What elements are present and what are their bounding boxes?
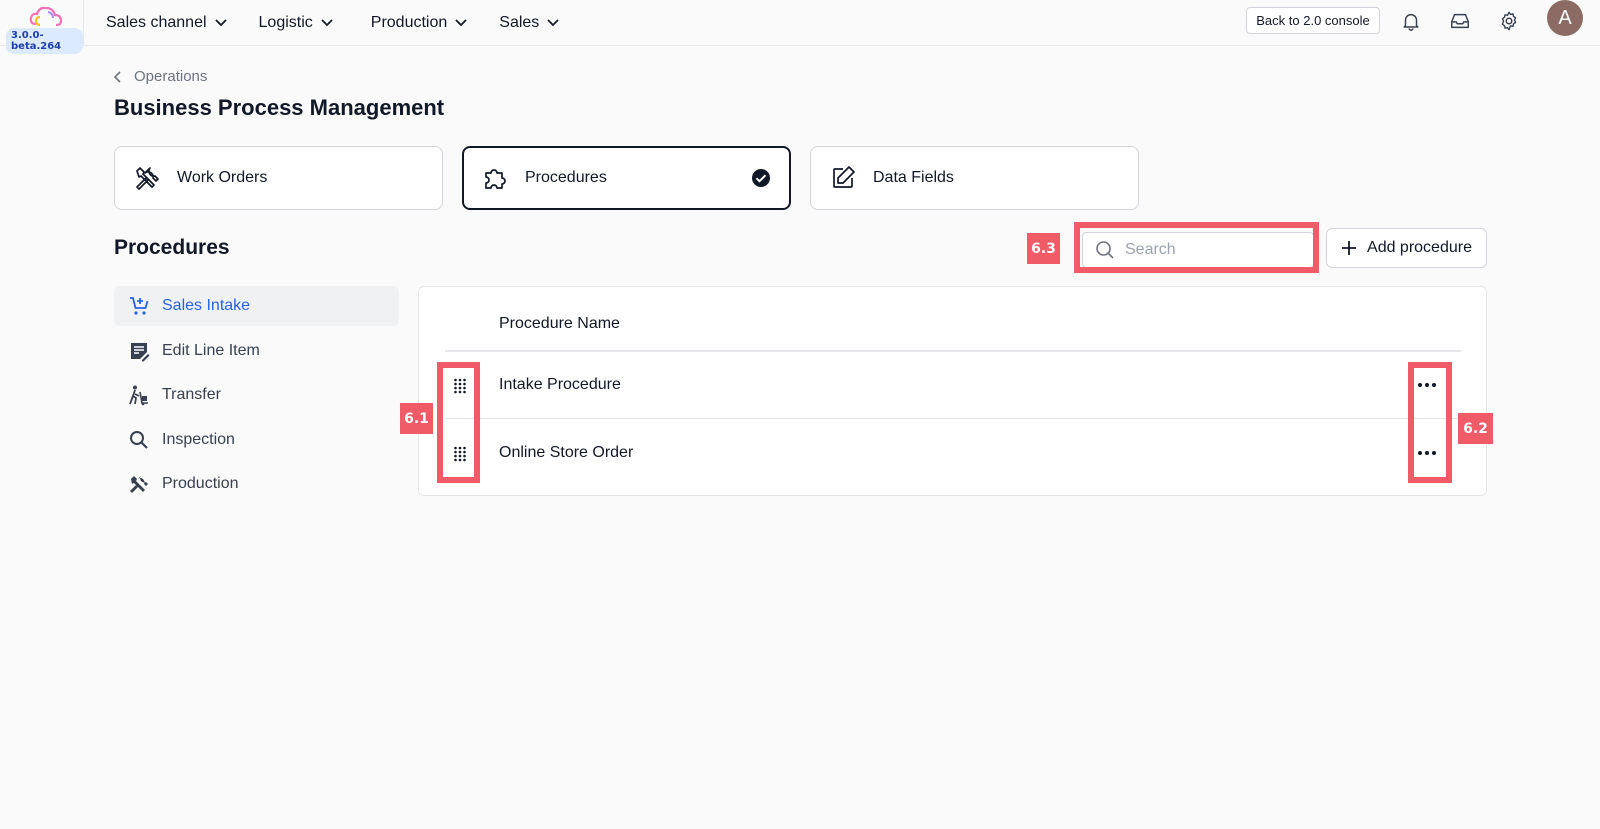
sidebar-item-label: Inspection <box>162 430 235 448</box>
sidebar-item-label: Transfer <box>162 386 221 404</box>
chevron-down-icon <box>321 19 333 27</box>
procedure-name: Intake Procedure <box>499 376 621 393</box>
nav-logistic[interactable]: Logistic <box>259 14 333 32</box>
bell-icon[interactable] <box>1400 10 1422 32</box>
add-procedure-button[interactable]: Add procedure <box>1326 228 1487 268</box>
procedures-table: Procedure Name Intake Procedure Online S… <box>418 286 1487 496</box>
card-label: Work Orders <box>177 169 268 186</box>
cart-plus-icon <box>130 297 149 315</box>
card-label: Procedures <box>525 169 607 186</box>
annotation-tag: 6.3 <box>1027 233 1060 264</box>
puzzle-icon <box>485 169 506 189</box>
tools-icon <box>136 167 159 190</box>
nav-label: Logistic <box>258 14 313 31</box>
row-divider <box>445 418 1461 419</box>
sidebar-item-label: Sales Intake <box>162 297 251 314</box>
column-header-procedure-name: Procedure Name <box>499 315 620 332</box>
page-title: Business Process Management <box>114 95 445 120</box>
nav-sales[interactable]: Sales <box>499 14 559 32</box>
back-to-console-button[interactable]: Back to 2.0 console <box>1246 7 1380 34</box>
cloud-logo-icon <box>29 6 63 27</box>
check-circle-icon <box>752 169 770 187</box>
edit-icon <box>833 166 855 188</box>
main-nav: Sales channel Logistic Production Sales <box>106 0 591 46</box>
sidebar-item-edit-line-item[interactable]: Edit Line Item <box>114 331 399 371</box>
breadcrumb[interactable]: Operations <box>114 68 207 85</box>
card-label: Data Fields <box>873 169 954 186</box>
logo-area[interactable]: 3.0.0-beta.264 <box>0 0 84 54</box>
plus-icon <box>1342 241 1357 255</box>
breadcrumb-label: Operations <box>134 68 208 85</box>
nav-sales-channel[interactable]: Sales channel <box>106 14 227 32</box>
annotation-tag: 6.2 <box>1458 413 1493 444</box>
sidebar-item-production[interactable]: Production <box>114 464 399 504</box>
annotation-box-search <box>1074 222 1319 273</box>
annotation-tag: 6.1 <box>400 403 433 434</box>
chevron-left-icon <box>114 70 121 83</box>
sidebar-item-label: Edit Line Item <box>162 341 260 359</box>
table-row[interactable]: Online Store Order <box>419 420 1486 488</box>
search-icon <box>130 430 148 449</box>
inbox-icon[interactable] <box>1449 10 1471 32</box>
annotation-box-more-options <box>1408 362 1452 483</box>
annotation-box-drag-handles <box>437 362 480 483</box>
nav-label: Sales channel <box>106 14 207 31</box>
sidebar-item-label: Production <box>162 475 239 493</box>
section-title: Procedures <box>114 236 230 259</box>
card-procedures[interactable]: Procedures <box>462 146 791 210</box>
gear-icon[interactable] <box>1498 10 1520 32</box>
sidebar-item-sales-intake[interactable]: Sales Intake <box>114 286 399 326</box>
table-row[interactable]: Intake Procedure <box>419 352 1486 420</box>
card-data-fields[interactable]: Data Fields <box>810 146 1139 210</box>
chevron-down-icon <box>455 19 467 27</box>
card-work-orders[interactable]: Work Orders <box>114 146 443 210</box>
chevron-down-icon <box>214 19 227 27</box>
add-procedure-label: Add procedure <box>1367 239 1472 256</box>
tools-icon <box>130 476 148 494</box>
top-bar: 3.0.0-beta.264 Sales channel Logistic Pr… <box>0 0 1600 54</box>
procedure-name: Online Store Order <box>499 444 634 461</box>
avatar[interactable]: A <box>1547 0 1583 36</box>
nav-production[interactable]: Production <box>371 14 468 32</box>
sidebar-item-transfer[interactable]: Transfer <box>114 375 399 415</box>
sidebar-item-inspection[interactable]: Inspection <box>114 420 399 460</box>
nav-label: Sales <box>499 14 540 31</box>
dolly-icon <box>129 385 148 406</box>
chevron-down-icon <box>547 19 559 27</box>
procedure-category-list: Sales Intake Edit Line Item Transfer Ins… <box>114 286 399 509</box>
nav-label: Production <box>370 14 448 31</box>
edit-note-icon <box>131 342 150 362</box>
version-badge: 3.0.0-beta.264 <box>6 28 83 54</box>
